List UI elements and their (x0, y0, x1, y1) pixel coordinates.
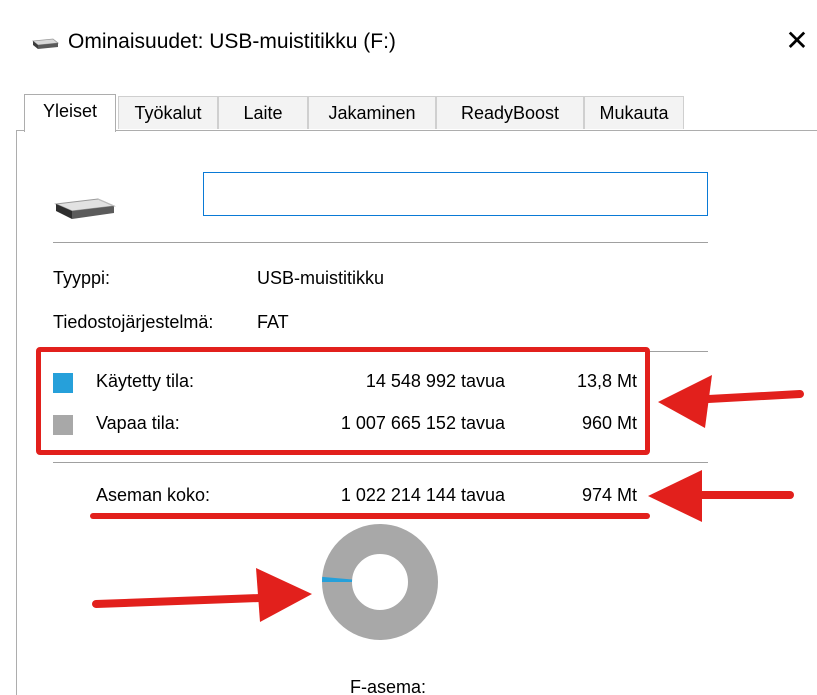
arrow-chart-head (256, 568, 312, 622)
tab-general[interactable]: Yleiset (24, 94, 116, 132)
arrow-used-free-head (658, 375, 712, 428)
arrow-chart (92, 594, 264, 608)
annotation-layer (92, 375, 804, 640)
properties-window: Ominaisuudet: USB-muistitikku (F:) ✕ Yle… (0, 0, 817, 695)
arrow-capacity-head (648, 470, 702, 522)
drive-caption: F-asema: (350, 677, 427, 695)
